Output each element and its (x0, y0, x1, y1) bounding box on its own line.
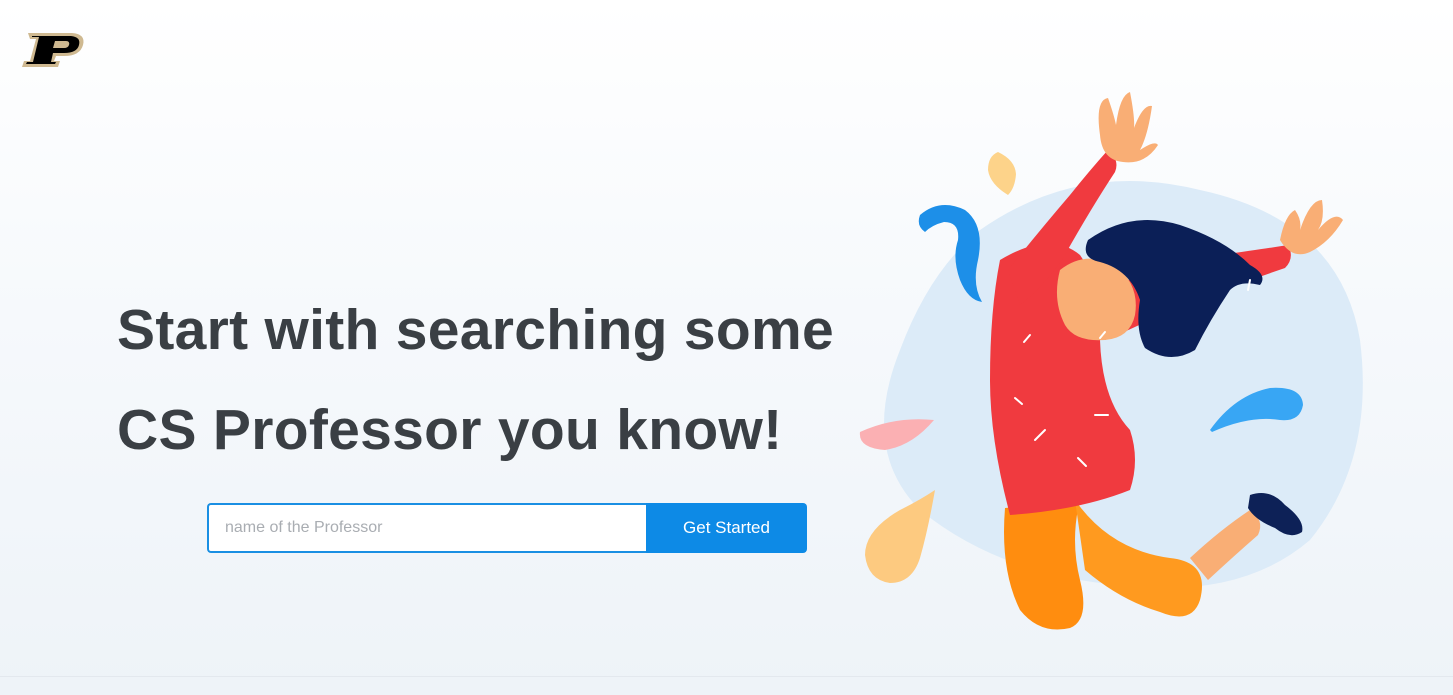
purdue-p-logo-icon (22, 33, 84, 67)
page-divider (0, 676, 1453, 677)
landing-page: Start with searching some CS Professor y… (0, 0, 1453, 695)
get-started-button[interactable]: Get Started (646, 503, 807, 553)
professor-search-form: Get Started (207, 503, 807, 553)
yellow-drop-small (988, 152, 1016, 195)
professor-search-input[interactable] (207, 503, 646, 553)
purdue-logo[interactable] (20, 31, 86, 69)
woman-leg-left (1004, 500, 1084, 630)
jumping-woman-illustration (859, 92, 1363, 630)
woman-hand-right (1280, 200, 1343, 255)
headline-line-1: Start with searching some (117, 298, 835, 362)
yellow-drop-large (865, 490, 935, 583)
headline-line-2: CS Professor you know! (117, 398, 783, 462)
woman-hand-up (1098, 92, 1158, 163)
page-headline: Start with searching some CS Professor y… (117, 280, 917, 480)
